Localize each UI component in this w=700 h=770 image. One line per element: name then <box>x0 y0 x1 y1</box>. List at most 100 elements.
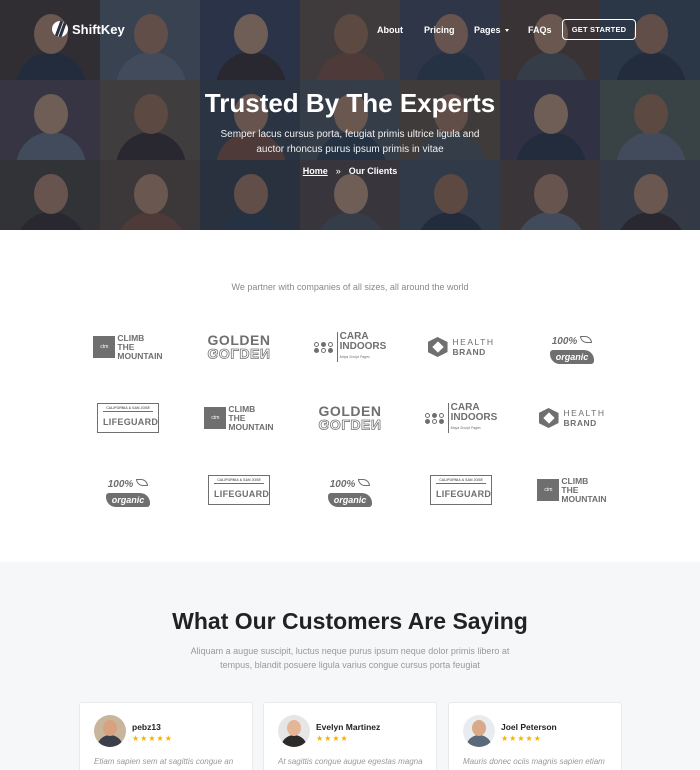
logo-line: HEALTH <box>563 408 606 418</box>
climb-the-mountain-logo: ctm CLIMB THE MOUNTAIN <box>93 333 163 361</box>
dot <box>424 412 430 418</box>
review-text: At sagittis congue augue egestas magna <box>278 757 423 766</box>
partner-logo[interactable]: HEALTH BRAND <box>517 398 627 438</box>
logo-mark: ctm <box>93 336 116 358</box>
logo-wordmark: CLIMB THE MOUNTAIN <box>561 476 606 504</box>
leaf-icon <box>358 478 371 486</box>
partner-logo[interactable]: 100% organic <box>73 470 183 510</box>
cara-indoors-logo: CARA INDOORS Maya Sculpt Pages <box>424 403 497 433</box>
logo-line: MOUNTAIN <box>117 350 163 361</box>
partner-logo[interactable]: CALIFORNIA & SAN JOSE LIFEGUARD <box>406 470 516 510</box>
logo-banner: organic <box>549 349 595 364</box>
golden-logo: GOLDEN GOLDEN <box>207 333 271 362</box>
logo-banner: organic <box>327 492 373 507</box>
logo-wordmark: HEALTH BRAND <box>453 337 495 357</box>
logo-percent: 100% <box>551 335 578 347</box>
logo-wordmark: CARA INDOORS Maya Sculpt Pages <box>447 403 497 433</box>
lifeguard-logo: CALIFORNIA & SAN JOSE LIFEGUARD <box>208 475 270 505</box>
cara-indoors-logo: CARA INDOORS Maya Sculpt Pages <box>313 332 387 362</box>
hero-subtitle: Semper lacus cursus porta, feugiat primi… <box>220 129 480 155</box>
logo-wordmark: CARA INDOORS Maya Sculpt Pages <box>336 332 387 362</box>
dot <box>320 347 326 353</box>
logo-line: HEALTH <box>452 337 495 347</box>
star-rating: ★★★★★ <box>501 734 542 743</box>
chevron-down-icon <box>504 29 509 33</box>
avatar <box>94 715 126 747</box>
partner-logo[interactable]: GOLDEN GOLDEN <box>184 327 294 367</box>
testimonial-card: pebz13 ★★★★★ Etiam sapien sem at sagitti… <box>79 702 253 770</box>
partners-section: We partner with companies of all sizes, … <box>0 230 700 562</box>
health-brand-logo: HEALTH BRAND <box>538 408 606 428</box>
logo-top: 100% <box>550 331 595 349</box>
partner-logo[interactable]: CALIFORNIA & SAN JOSE LIFEGUARD <box>184 470 294 510</box>
logo-percent: 100% <box>107 478 134 490</box>
logo-percent: 100% <box>329 478 356 490</box>
logo-banner: organic <box>105 492 151 507</box>
partner-logo[interactable]: 100% organic <box>517 327 627 367</box>
nav-pages[interactable]: Pages <box>474 25 509 35</box>
avatar <box>463 715 495 747</box>
logo-wordmark: CLIMB THE MOUNTAIN <box>228 404 274 432</box>
dot <box>431 418 437 424</box>
brand-logo[interactable]: ShiftKey <box>52 21 125 37</box>
organic-logo: 100% organic <box>327 474 373 507</box>
partner-logo[interactable]: CARA INDOORS Maya Sculpt Pages <box>295 327 405 367</box>
brand-name: ShiftKey <box>72 21 125 37</box>
testimonial-card: Joel Peterson ★★★★★ Mauris donec ociis m… <box>448 702 622 770</box>
testimonial-card: Evelyn Martinez ★★★★ At sagittis congue … <box>263 702 437 770</box>
dot <box>313 341 319 347</box>
health-brand-logo: HEALTH BRAND <box>427 337 495 357</box>
organic-logo: 100% organic <box>105 474 151 507</box>
dots-icon <box>424 412 445 424</box>
reviewer-name: pebz13 <box>132 722 161 732</box>
logo-mark: ctm <box>204 407 227 429</box>
dots-icon <box>313 341 334 353</box>
shiftkey-logo-icon <box>52 21 68 37</box>
logo-wordmark: LIFEGUARD <box>103 417 159 427</box>
review-text: Mauris donec ociis magnis sapien etiam <box>463 757 605 766</box>
logo-wordmark: HEALTH BRAND <box>564 408 606 428</box>
logo-top: 100% <box>328 474 373 492</box>
nav-about[interactable]: About <box>377 25 403 35</box>
partners-intro: We partner with companies of all sizes, … <box>231 282 469 292</box>
testimonials-subtitle: Aliquam a augue suscipit, luctus neque p… <box>190 646 510 670</box>
logo-line: BRAND <box>452 347 486 357</box>
partner-logo[interactable]: 100% organic <box>295 470 405 510</box>
logo-tagline: Maya Sculpt Pages <box>339 355 370 359</box>
logo-tagline: CALIFORNIA & SAN JOSE <box>436 478 486 484</box>
organic-logo: 100% organic <box>549 331 595 364</box>
logo-tagline: CALIFORNIA & SAN JOSE <box>103 406 153 412</box>
partner-logo[interactable]: ctm CLIMB THE MOUNTAIN <box>73 327 183 367</box>
lifeguard-logo: CALIFORNIA & SAN JOSE LIFEGUARD <box>430 475 492 505</box>
partner-logo[interactable]: CALIFORNIA & SAN JOSE LIFEGUARD <box>73 398 183 438</box>
logo-tagline: CALIFORNIA & SAN JOSE <box>214 478 264 484</box>
dot <box>431 412 437 418</box>
logo-top: 100% <box>106 474 151 492</box>
nav-pages-label: Pages <box>474 25 501 35</box>
reviewer-name: Joel Peterson <box>501 722 557 732</box>
nav-pricing[interactable]: Pricing <box>424 25 455 35</box>
dot <box>438 412 444 418</box>
avatar <box>278 715 310 747</box>
partner-logo[interactable]: GOLDEN GOLDEN <box>295 398 405 438</box>
get-started-button[interactable]: GET STARTED <box>562 19 636 40</box>
review-text: Etiam sapien sem at sagittis congue an <box>94 757 234 766</box>
dot <box>320 341 326 347</box>
partner-logo[interactable]: ctm CLIMB THE MOUNTAIN <box>184 398 294 438</box>
climb-the-mountain-logo: ctm CLIMB THE MOUNTAIN <box>204 404 274 432</box>
logo-mark: ctm <box>537 479 560 501</box>
logo-line: BRAND <box>563 418 597 428</box>
partner-logo[interactable]: ctm CLIMB THE MOUNTAIN <box>517 470 627 510</box>
partner-logo[interactable]: HEALTH BRAND <box>406 327 516 367</box>
leaf-icon <box>580 335 593 343</box>
logo-wordmark: LIFEGUARD <box>436 489 492 499</box>
logo-line: INDOORS <box>339 341 387 352</box>
lifeguard-logo: CALIFORNIA & SAN JOSE LIFEGUARD <box>97 403 159 433</box>
partner-logo[interactable]: CARA INDOORS Maya Sculpt Pages <box>406 398 516 438</box>
logo-wordmark: CLIMB THE MOUNTAIN <box>117 333 163 361</box>
breadcrumb-home-link[interactable]: Home <box>303 166 328 176</box>
logo-line: MOUNTAIN <box>228 421 274 432</box>
top-navigation: ShiftKey About Pricing Pages FAQs GET ST… <box>0 0 700 60</box>
hero-section: ShiftKey About Pricing Pages FAQs GET ST… <box>0 0 700 230</box>
nav-faqs[interactable]: FAQs <box>528 25 552 35</box>
